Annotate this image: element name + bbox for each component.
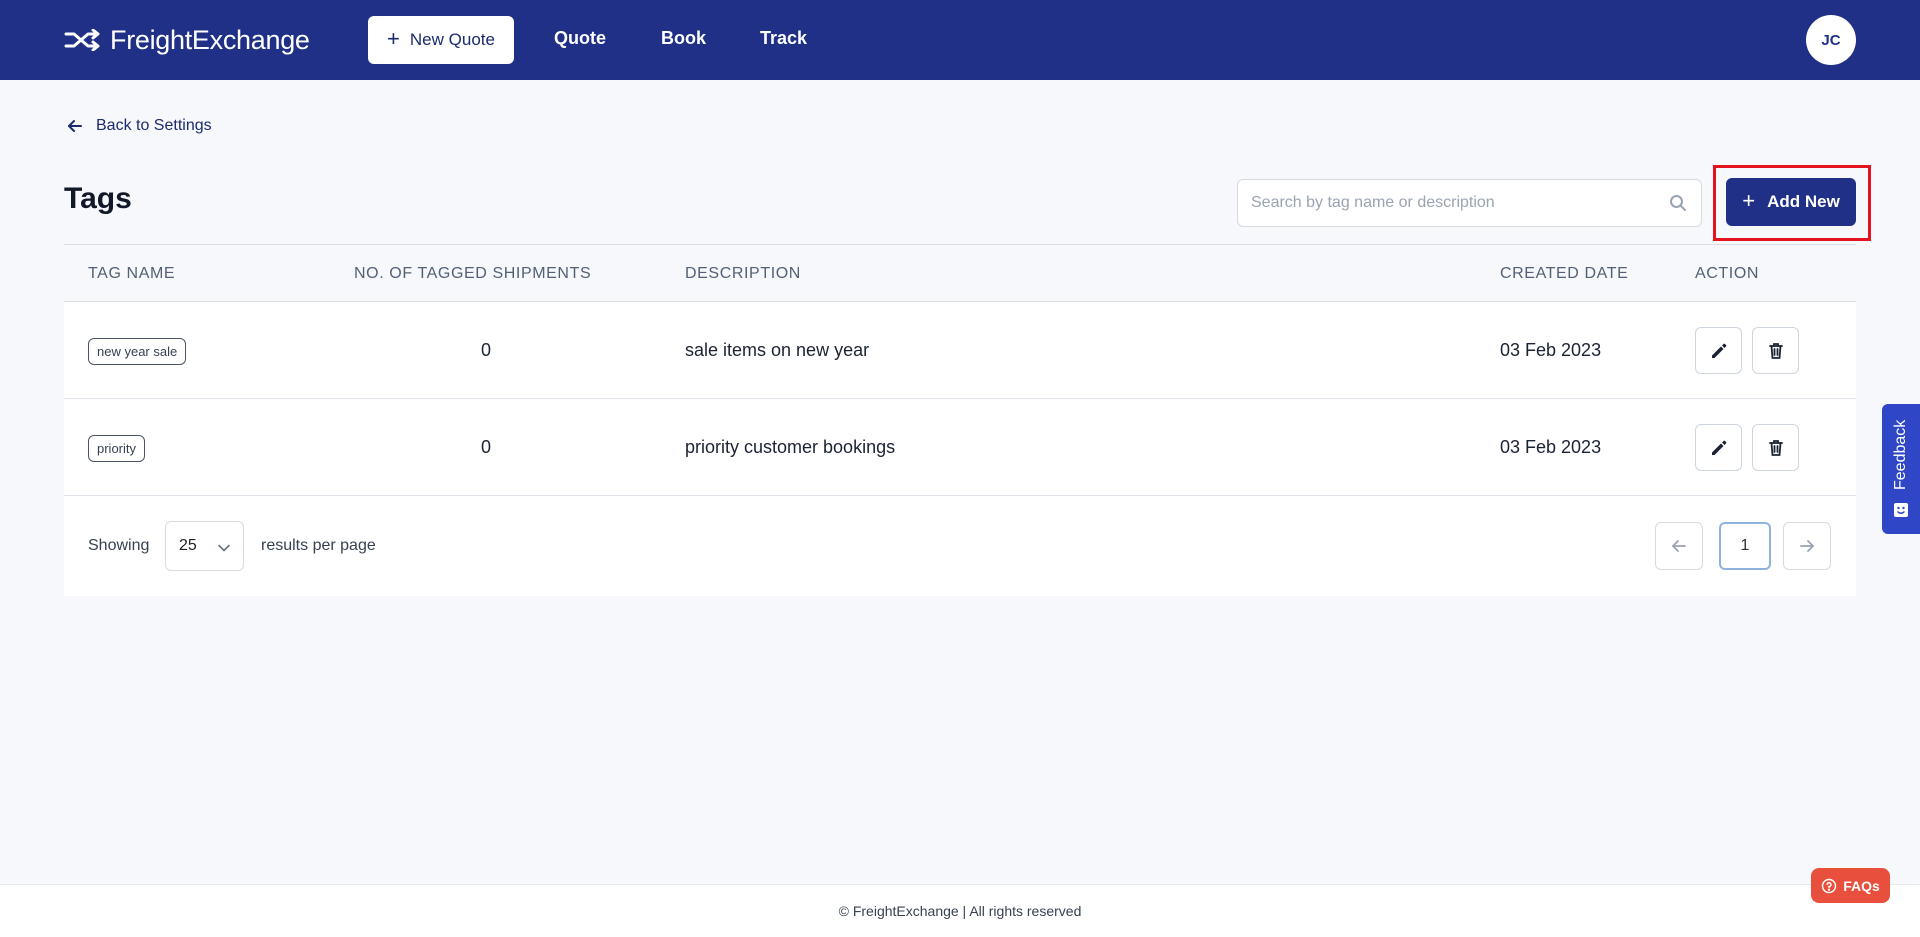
nav-track[interactable]: Track	[760, 28, 807, 49]
brand-logo[interactable]: FreightExchange	[64, 23, 310, 57]
created-date: 03 Feb 2023	[1500, 340, 1602, 360]
page-title: Tags	[64, 182, 132, 215]
tag-chip: priority	[88, 435, 146, 462]
brand-name: FreightExchange	[110, 24, 310, 55]
edit-button[interactable]	[1695, 424, 1742, 471]
column-header-tag-name: TAG NAME	[88, 265, 176, 282]
arrow-left-icon	[1672, 540, 1686, 552]
plus-icon: +	[1742, 188, 1756, 213]
search-input[interactable]	[1238, 180, 1658, 226]
results-per-page-label: results per page	[261, 537, 376, 554]
pagination-bar: Showing 25 results per page 1	[64, 496, 1856, 596]
copyright-text: © FreightExchange | All rights reserved	[838, 903, 1082, 919]
next-page-button[interactable]	[1783, 522, 1831, 570]
tag-description: priority customer bookings	[685, 437, 896, 457]
created-date: 03 Feb 2023	[1500, 437, 1602, 457]
nav-quote[interactable]: Quote	[554, 28, 606, 49]
column-header-created-date: CREATED DATE	[1500, 265, 1629, 282]
shuffle-logo-icon	[64, 29, 100, 51]
arrow-left-icon	[68, 120, 82, 132]
feedback-label: Feedback	[1892, 419, 1909, 490]
delete-button[interactable]	[1752, 424, 1799, 471]
delete-button[interactable]	[1752, 327, 1799, 374]
search-icon[interactable]	[1669, 194, 1687, 212]
back-link-label: Back to Settings	[96, 117, 212, 134]
table-header: TAG NAME NO. OF TAGGED SHIPMENTS DESCRIP…	[64, 244, 1856, 302]
chevron-down-icon	[218, 544, 230, 552]
top-nav-bar: FreightExchange + New Quote Quote Book T…	[0, 0, 1920, 80]
column-header-tagged-shipments: NO. OF TAGGED SHIPMENTS	[354, 265, 592, 282]
table-row: new year sale 0 sale items on new year 0…	[64, 302, 1856, 399]
smiley-icon	[1894, 503, 1908, 517]
per-page-select[interactable]: 25	[165, 521, 244, 571]
feedback-tab[interactable]: Feedback	[1882, 404, 1920, 534]
arrow-right-icon	[1800, 540, 1814, 552]
tag-description: sale items on new year	[685, 340, 870, 360]
column-header-description: DESCRIPTION	[685, 265, 801, 282]
per-page-value: 25	[179, 537, 197, 554]
page-number-button[interactable]: 1	[1719, 522, 1771, 570]
tagged-shipments-count: 0	[480, 340, 491, 360]
trash-icon	[1768, 342, 1783, 359]
page-footer: © FreightExchange | All rights reserved	[0, 884, 1920, 937]
showing-label: Showing	[88, 537, 150, 554]
tag-chip: new year sale	[88, 338, 187, 365]
tagged-shipments-count: 0	[480, 437, 491, 457]
previous-page-button[interactable]	[1655, 522, 1703, 570]
new-quote-button[interactable]: + New Quote	[368, 16, 514, 64]
search-box	[1237, 179, 1702, 227]
add-new-label: Add New	[1767, 192, 1840, 211]
faqs-label: FAQs	[1843, 877, 1880, 894]
plus-icon: +	[387, 26, 400, 51]
nav-book[interactable]: Book	[661, 28, 706, 49]
back-to-settings-link[interactable]: Back to Settings	[66, 117, 212, 135]
edit-button[interactable]	[1695, 327, 1742, 374]
column-header-action: ACTION	[1695, 265, 1760, 282]
user-avatar[interactable]: JC	[1806, 15, 1856, 65]
trash-icon	[1768, 439, 1783, 456]
faqs-button[interactable]: FAQs	[1811, 868, 1890, 903]
pencil-icon	[1711, 440, 1726, 455]
help-circle-icon	[1821, 878, 1837, 893]
pencil-icon	[1711, 343, 1726, 358]
table-row: priority 0 priority customer bookings 03…	[64, 399, 1856, 496]
new-quote-label: New Quote	[409, 30, 495, 49]
add-new-button[interactable]: + Add New	[1726, 178, 1856, 226]
